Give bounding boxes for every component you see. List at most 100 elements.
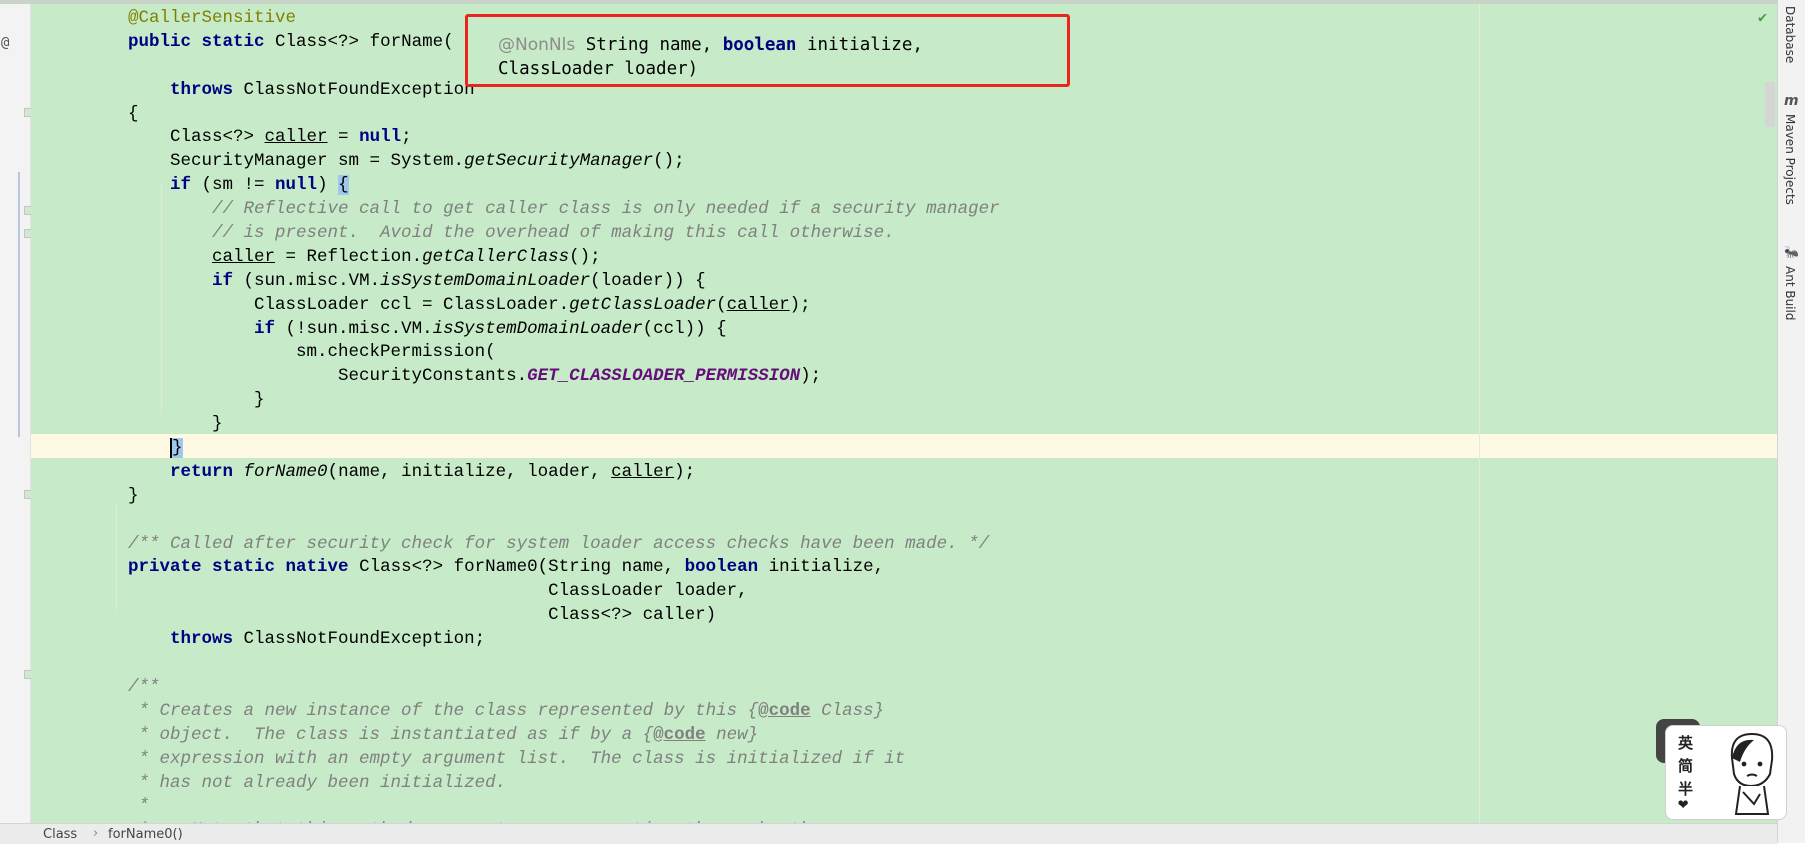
code-token: getSecurityManager — [464, 151, 654, 172]
tab-ant-build[interactable]: Ant Build — [1783, 266, 1797, 320]
code-line[interactable]: private static native Class<?> forName0(… — [86, 556, 1000, 580]
code-line[interactable]: * has not already been initialized. — [86, 772, 1000, 796]
code-line[interactable]: Class<?> caller) — [86, 604, 1000, 628]
vertical-scrollbar-thumb[interactable] — [1765, 82, 1775, 127]
code-line[interactable]: /** — [86, 676, 1000, 700]
code-token: private static native — [128, 557, 349, 578]
cartoon-character-icon — [1730, 732, 1774, 815]
code-line[interactable]: sm.checkPermission( — [86, 341, 1000, 365]
tab-database[interactable]: Database — [1783, 6, 1797, 63]
code-token: (); — [653, 151, 685, 172]
code-token: (!sun.misc.VM. — [275, 318, 433, 339]
code-token: @code — [758, 700, 811, 721]
code-line[interactable]: if (!sun.misc.VM.isSystemDomainLoader(cc… — [86, 318, 1000, 342]
code-line[interactable] — [86, 509, 1000, 533]
code-token: ClassLoader loader, — [86, 581, 748, 602]
code-line[interactable]: if (sun.misc.VM.isSystemDomainLoader(loa… — [86, 270, 1000, 294]
code-token: initialize, — [758, 557, 885, 578]
code-line[interactable]: SecurityConstants.GET_CLASSLOADER_PERMIS… — [86, 365, 1000, 389]
code-token: caller — [726, 294, 790, 315]
ime-labels: 英 简 半 — [1678, 732, 1700, 801]
code-token: SecurityManager sm = System. — [86, 151, 465, 172]
code-line[interactable]: SecurityManager sm = System.getSecurityM… — [86, 150, 1000, 174]
code-line[interactable]: ClassLoader ccl = ClassLoader.getClassLo… — [86, 294, 1000, 318]
code-token: = — [327, 127, 360, 148]
check-icon[interactable]: ✔ — [1758, 8, 1767, 26]
code-token: throws — [170, 629, 234, 650]
code-token: ClassLoader ccl = ClassLoader. — [86, 294, 570, 315]
editor-gutter[interactable]: @ — [0, 4, 34, 823]
hint-param-text: String name, — [575, 35, 723, 55]
code-line[interactable]: * object. The class is instantiated as i… — [86, 724, 1000, 748]
code-line[interactable]: } — [86, 413, 1000, 437]
breadcrumb-separator: › — [93, 826, 99, 841]
code-line[interactable]: * — [86, 795, 1000, 819]
code-token: Class} — [810, 700, 885, 721]
code-token: getCallerClass — [422, 246, 570, 267]
code-line[interactable]: } — [86, 389, 1000, 413]
code-line[interactable] — [86, 652, 1000, 676]
code-token: null — [359, 127, 402, 148]
code-token: ClassNotFoundException — [233, 79, 475, 100]
code-line[interactable]: * Creates a new instance of the class re… — [86, 700, 1000, 724]
code-token: (name, initialize, loader, — [327, 461, 612, 482]
vcs-change-marker[interactable] — [18, 172, 20, 437]
implements-marker-icon[interactable]: @ — [1, 35, 9, 51]
heart-icon: ❤ — [1678, 794, 1689, 814]
parameter-info-popup: @NonNls String name, boolean initialize,… — [465, 14, 1070, 87]
code-token: (ccl)) { — [642, 318, 727, 339]
breadcrumb-method[interactable]: forName0() — [108, 827, 183, 842]
breadcrumb-class[interactable]: Class — [43, 827, 77, 842]
code-line[interactable]: /** Called after security check for syst… — [86, 533, 1000, 557]
code-token: // is present. Avoid the overhead of mak… — [212, 223, 895, 244]
code-token: Class<?> forName( — [264, 31, 454, 52]
code-token: return — [170, 461, 234, 482]
code-line[interactable]: { — [86, 103, 1000, 127]
code-line[interactable]: // Reflective call to get caller class i… — [86, 198, 1000, 222]
code-token: * Creates a new instance of the class re… — [138, 700, 759, 721]
code-token: Class<?> caller) — [86, 605, 717, 626]
right-margin-guide — [1479, 4, 1480, 823]
code-line[interactable]: * expression with an empty argument list… — [86, 748, 1000, 772]
code-token: ClassNotFoundException; — [233, 629, 486, 650]
code-token: caller — [611, 461, 675, 482]
code-line[interactable]: if (sm != null) { — [86, 174, 1000, 198]
code-line[interactable]: } — [86, 485, 1000, 509]
code-line[interactable]: return forName0(name, initialize, loader… — [86, 461, 1000, 485]
code-line[interactable]: } — [86, 437, 1000, 461]
code-token: caller — [264, 127, 328, 148]
code-line[interactable]: throws ClassNotFoundException; — [86, 628, 1000, 652]
right-tool-window-bar: Database m Maven Projects 🐜 Ant Build — [1777, 0, 1805, 843]
code-line[interactable]: ClassLoader loader, — [86, 580, 1000, 604]
tab-maven-projects[interactable]: Maven Projects — [1783, 114, 1797, 205]
ime-floating-widget[interactable]: 英 简 半 ❤ — [1665, 725, 1787, 820]
code-token: if — [254, 318, 276, 339]
code-token: { — [338, 175, 349, 196]
code-token: (); — [569, 246, 601, 267]
code-token: ); — [800, 366, 822, 387]
ant-icon: 🐜 — [1784, 245, 1799, 259]
code-line[interactable]: Class<?> caller = null; — [86, 126, 1000, 150]
code-token: } — [86, 485, 139, 506]
code-line[interactable]: // is present. Avoid the overhead of mak… — [86, 222, 1000, 246]
code-token: GET_CLASSLOADER_PERMISSION — [527, 366, 801, 387]
code-line[interactable]: caller = Reflection.getCallerClass(); — [86, 246, 1000, 270]
code-text[interactable]: @CallerSensitive public static Class<?> … — [86, 7, 1000, 823]
hint-param-line2: ClassLoader loader) — [498, 59, 699, 79]
code-token: } — [86, 414, 223, 435]
code-token: ) — [317, 175, 339, 196]
code-editor[interactable]: @CallerSensitive public static Class<?> … — [31, 4, 1777, 823]
code-token: forName0 — [243, 461, 328, 482]
code-token: } — [86, 390, 265, 411]
